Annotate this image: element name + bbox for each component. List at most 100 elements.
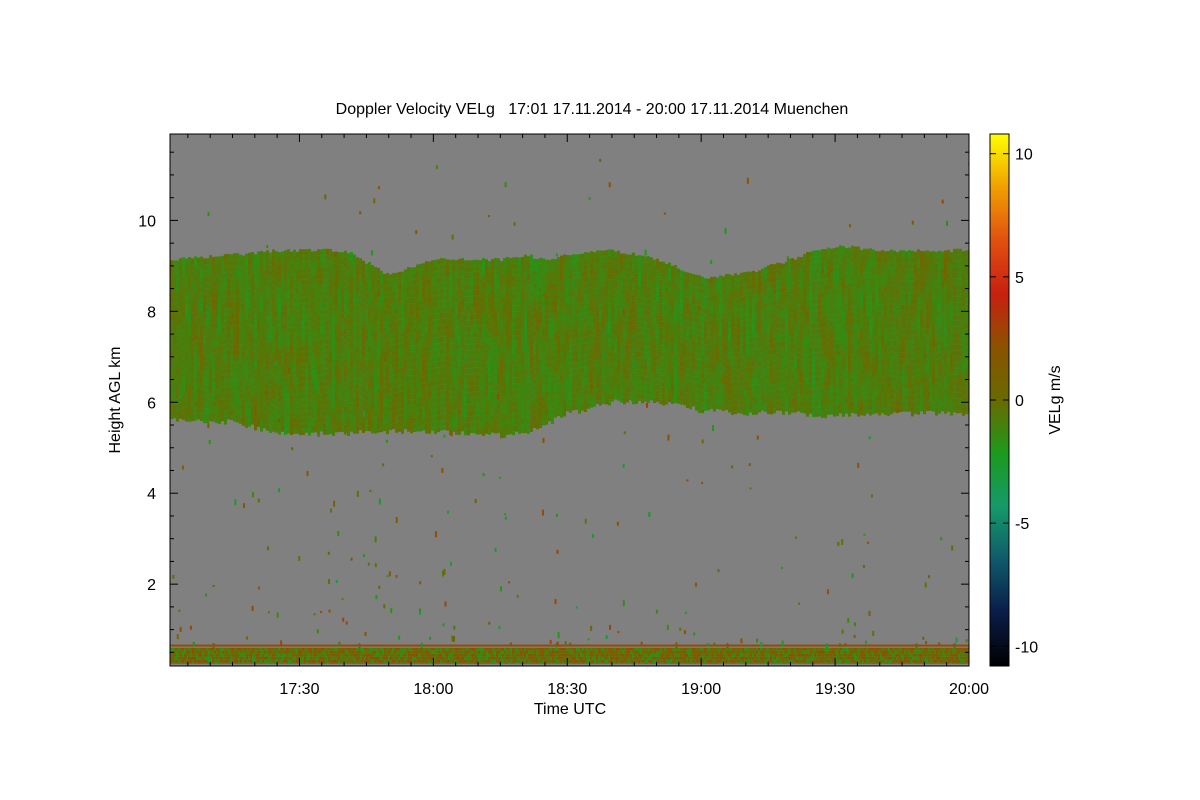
velocity-cell — [557, 317, 560, 324]
velocity-cell — [347, 307, 350, 314]
velocity-cell — [344, 280, 347, 287]
velocity-cell — [359, 300, 362, 307]
velocity-cell — [173, 278, 176, 285]
velocity-cell — [659, 285, 662, 292]
velocity-cell — [539, 419, 542, 426]
velocity-cell — [425, 399, 428, 406]
velocity-cell — [266, 250, 269, 257]
velocity-cell — [209, 411, 212, 418]
velocity-cell — [473, 355, 476, 362]
velocity-cell — [698, 275, 701, 282]
velocity-cell — [692, 292, 695, 299]
velocity-cell — [584, 258, 587, 265]
velocity-cell — [428, 345, 431, 352]
velocity-cell — [515, 389, 518, 396]
velocity-cell — [662, 399, 665, 406]
velocity-cell — [254, 290, 257, 297]
velocity-cell — [392, 285, 395, 292]
velocity-cell — [416, 336, 419, 343]
velocity-cell — [572, 302, 575, 309]
velocity-cell — [560, 261, 563, 268]
velocity-cell — [662, 321, 665, 328]
velocity-cell — [602, 328, 605, 335]
velocity-cell — [215, 406, 218, 413]
velocity-cell — [611, 249, 614, 256]
velocity-cell — [641, 393, 644, 400]
velocity-cell — [320, 357, 323, 364]
velocity-cell — [296, 383, 299, 390]
velocity-cell — [557, 407, 560, 414]
velocity-cell — [290, 425, 293, 432]
velocity-cell — [224, 284, 227, 291]
velocity-cell — [383, 297, 386, 304]
velocity-cell — [284, 316, 287, 323]
velocity-cell — [347, 403, 350, 410]
velocity-cell — [218, 334, 221, 341]
velocity-cell — [188, 323, 191, 330]
velocity-cell — [173, 392, 176, 399]
velocity-cell — [530, 266, 533, 273]
velocity-cell — [506, 304, 509, 311]
velocity-cell — [218, 262, 221, 269]
velocity-cell — [572, 254, 575, 261]
velocity-cell — [617, 328, 620, 335]
velocity-cell — [254, 278, 257, 285]
velocity-cell — [209, 357, 212, 364]
velocity-cell — [260, 341, 263, 348]
velocity-cell — [617, 256, 620, 263]
velocity-cell — [674, 319, 677, 326]
velocity-cell — [461, 300, 464, 307]
velocity-cell — [200, 286, 203, 293]
velocity-cell — [176, 356, 179, 363]
velocity-cell — [533, 336, 536, 343]
velocity-cell — [224, 278, 227, 285]
velocity-cell — [692, 316, 695, 323]
velocity-cell — [554, 259, 557, 266]
velocity-cell — [476, 415, 479, 422]
velocity-cell — [554, 265, 557, 272]
velocity-cell — [524, 314, 527, 321]
velocity-cell — [236, 390, 239, 397]
velocity-cell — [356, 407, 359, 414]
velocity-cell — [344, 304, 347, 311]
velocity-cell — [344, 298, 347, 305]
velocity-cell — [488, 369, 491, 376]
velocity-cell — [242, 321, 245, 328]
velocity-cell — [569, 375, 572, 382]
velocity-cell — [524, 392, 527, 399]
velocity-cell — [404, 311, 407, 318]
velocity-cell — [626, 302, 629, 309]
velocity-cell — [182, 329, 185, 336]
velocity-cell — [398, 415, 401, 422]
velocity-cell — [290, 365, 293, 372]
velocity-cell — [605, 333, 608, 340]
velocity-cell — [626, 278, 629, 285]
velocity-cell — [344, 418, 347, 425]
velocity-cell — [221, 411, 224, 418]
velocity-cell — [461, 264, 464, 271]
velocity-cell — [611, 261, 614, 268]
velocity-cell — [302, 309, 305, 316]
velocity-cell — [470, 368, 473, 375]
velocity-cell — [368, 262, 371, 269]
velocity-cell — [200, 262, 203, 269]
velocity-cell — [458, 366, 461, 373]
velocity-cell — [182, 263, 185, 270]
velocity-cell — [533, 390, 536, 397]
velocity-cell — [581, 253, 584, 260]
velocity-cell — [452, 403, 455, 410]
velocity-cell — [632, 354, 635, 361]
velocity-cell — [269, 306, 272, 313]
velocity-cell — [203, 408, 206, 415]
velocity-cell — [407, 387, 410, 394]
velocity-cell — [431, 326, 434, 333]
velocity-cell — [179, 306, 182, 313]
velocity-cell — [269, 288, 272, 295]
velocity-cell — [464, 422, 467, 429]
velocity-cell — [410, 297, 413, 304]
velocity-cell — [608, 333, 611, 340]
velocity-cell — [464, 350, 467, 357]
velocity-cell — [341, 276, 344, 283]
velocity-cell — [260, 257, 263, 264]
velocity-cell — [359, 384, 362, 391]
